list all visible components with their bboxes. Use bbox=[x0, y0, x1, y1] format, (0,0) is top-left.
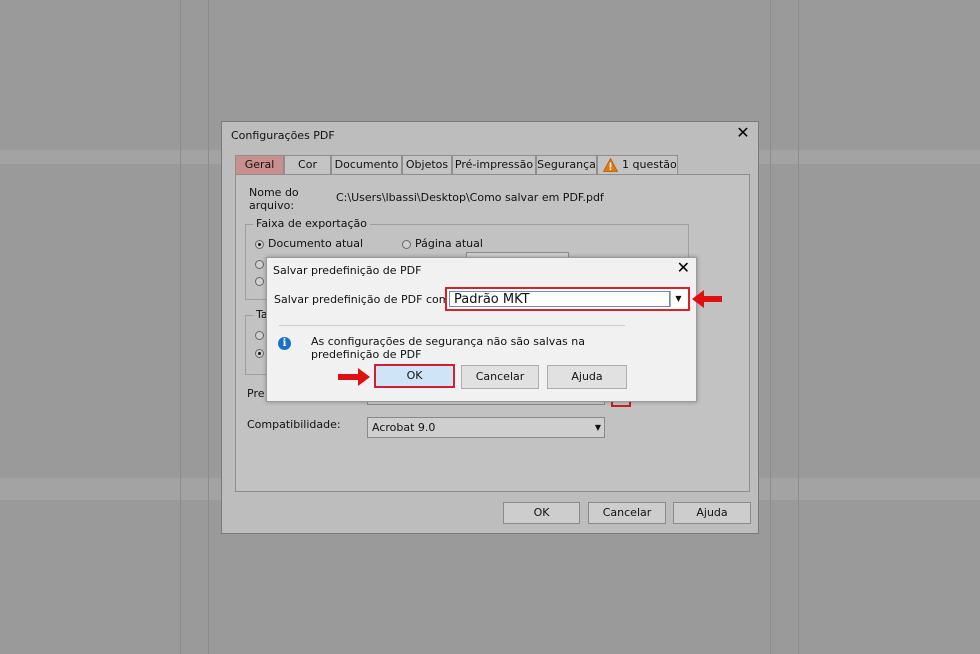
modal-help-button[interactable]: Ajuda bbox=[547, 365, 627, 389]
tab-issues[interactable]: 1 questão bbox=[597, 155, 678, 175]
preset-name-input[interactable]: Padrão MKT bbox=[449, 291, 670, 307]
file-path: C:\Users\lbassi\Desktop\Como salvar em P… bbox=[336, 191, 604, 204]
ok-button[interactable]: OK bbox=[503, 502, 580, 524]
background-gridline bbox=[770, 0, 771, 654]
tab-pre-impressao[interactable]: Pré-impressão bbox=[452, 155, 536, 175]
tab-objetos[interactable]: Objetos bbox=[402, 155, 452, 175]
background-gridline bbox=[208, 0, 209, 654]
chevron-down-icon: ▼ bbox=[594, 423, 601, 432]
background-gridline bbox=[798, 0, 799, 654]
file-name-label-1: Nome do bbox=[249, 186, 299, 199]
separator bbox=[279, 325, 625, 326]
save-preset-dialog: Salvar predefinição de PDF ✕ Salvar pred… bbox=[266, 257, 697, 402]
modal-ok-button[interactable]: OK bbox=[374, 364, 455, 388]
help-button[interactable]: Ajuda bbox=[673, 502, 751, 524]
radio-option[interactable] bbox=[255, 277, 264, 286]
dialog-title: Configurações PDF bbox=[231, 129, 335, 142]
close-icon[interactable]: ✕ bbox=[734, 124, 752, 142]
chevron-down-icon[interactable]: ▼ bbox=[670, 291, 686, 307]
export-range-title: Faixa de exportação bbox=[253, 217, 370, 230]
compatibility-value: Acrobat 9.0 bbox=[372, 421, 436, 434]
arrow-right-icon bbox=[338, 368, 370, 386]
preset-name-label: Salvar predefinição de PDF como: bbox=[274, 293, 460, 306]
radio-option[interactable] bbox=[255, 349, 264, 358]
compatibility-label: Compatibilidade: bbox=[247, 418, 341, 431]
radio-option[interactable] bbox=[255, 331, 264, 340]
modal-cancel-button[interactable]: Cancelar bbox=[461, 365, 539, 389]
modal-title: Salvar predefinição de PDF bbox=[273, 264, 422, 277]
radio-option[interactable] bbox=[255, 260, 264, 269]
background-gridline bbox=[180, 0, 181, 654]
tab-cor[interactable]: Cor bbox=[284, 155, 331, 175]
security-message-line2: predefinição de PDF bbox=[311, 348, 422, 361]
warning-icon bbox=[603, 158, 618, 172]
tab-seguranca[interactable]: Segurança bbox=[536, 155, 597, 175]
tab-documento[interactable]: Documento bbox=[331, 155, 402, 175]
current-page-label: Página atual bbox=[415, 237, 483, 250]
close-icon[interactable]: ✕ bbox=[677, 259, 690, 277]
security-message-line1: As configurações de segurança não são sa… bbox=[311, 335, 585, 348]
preset-label: Pre bbox=[247, 387, 265, 400]
info-icon: i bbox=[278, 337, 291, 350]
compatibility-select[interactable]: Acrobat 9.0 ▼ bbox=[367, 417, 605, 438]
cancel-button[interactable]: Cancelar bbox=[588, 502, 666, 524]
issues-tab-label: 1 questão bbox=[622, 158, 677, 171]
tab-geral[interactable]: Geral bbox=[235, 155, 284, 175]
radio-current-document[interactable] bbox=[255, 240, 264, 249]
preset-name-combobox[interactable]: Padrão MKT ▼ bbox=[445, 287, 690, 311]
arrow-left-icon bbox=[692, 290, 722, 308]
radio-current-page[interactable] bbox=[402, 240, 411, 249]
current-document-label: Documento atual bbox=[268, 237, 364, 250]
file-name-label-2: arquivo: bbox=[249, 199, 295, 212]
